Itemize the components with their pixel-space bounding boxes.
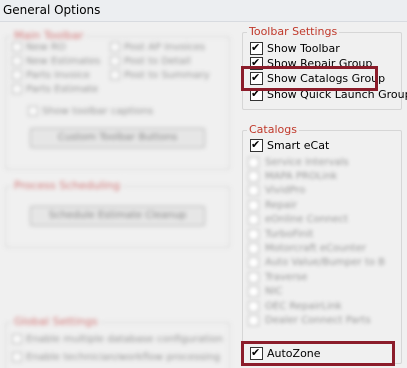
show-quick-launch-group-checkbox[interactable]: Show Quick Launch Group — [250, 86, 407, 102]
checkbox-label: Show Quick Launch Group — [267, 87, 407, 101]
left-check-post-summary[interactable]: Post to Summary — [110, 70, 210, 81]
left-check-parts-invoice[interactable]: Parts Invoice — [12, 70, 90, 81]
catalogs-legend: Catalogs — [247, 123, 299, 136]
checkbox-label: AutoZone — [267, 346, 321, 360]
custom-toolbar-buttons-button[interactable]: Custom Toolbar Buttons — [30, 128, 205, 148]
left-check-post-ap[interactable]: Post AP Invoices — [110, 42, 205, 53]
checkbox-label: Show Toolbar — [267, 41, 340, 55]
schedule-estimate-cleanup-button[interactable]: Schedule Estimate Cleanup — [30, 206, 205, 226]
global-settings-legend: Global Settings — [12, 315, 100, 328]
left-check-post-detail[interactable]: Post to Detail — [110, 56, 191, 67]
checkbox-label: Show Catalogs Group — [267, 71, 386, 85]
window-title: General Options — [3, 3, 101, 17]
left-check-new-ro[interactable]: New RO — [12, 42, 66, 53]
checkbox-box[interactable] — [250, 55, 263, 70]
left-check-show-captions[interactable]: Show toolbar captions — [28, 106, 153, 117]
catalog-item[interactable]: eOnline Connect — [248, 213, 398, 227]
process-scheduling-legend: Process Scheduling — [12, 179, 123, 192]
catalog-item[interactable]: Dealer Connect Parts — [248, 313, 398, 327]
catalog-item[interactable]: VividPro — [248, 184, 398, 198]
left-panel-blurred: Main Toolbar New RO New Estimates Parts … — [0, 22, 236, 368]
catalog-autozone-checkbox[interactable]: AutoZone — [250, 345, 321, 361]
show-toolbar-checkbox[interactable]: Show Toolbar — [250, 40, 340, 56]
left-check-new-estimates[interactable]: New Estimates — [12, 56, 100, 67]
left-check-technician[interactable]: Enable technician/workflow processing — [12, 352, 220, 363]
show-catalogs-group-checkbox[interactable]: Show Catalogs Group — [250, 70, 385, 86]
checkbox-box[interactable] — [250, 40, 263, 55]
catalog-item[interactable]: NIC — [248, 285, 398, 299]
left-check-multi-db[interactable]: Enable multiple database configuration — [12, 334, 223, 345]
catalog-item[interactable]: TurboFinit — [248, 227, 398, 241]
checkbox-label: Smart eCat — [267, 138, 330, 152]
catalog-item[interactable]: Traverse — [248, 270, 398, 284]
catalog-item[interactable]: MAPA PROLink — [248, 169, 398, 183]
main-toolbar-legend: Main Toolbar — [12, 29, 86, 42]
catalog-item[interactable]: Repair — [248, 198, 398, 212]
show-repair-group-checkbox[interactable]: Show Repair Group — [250, 55, 372, 71]
catalog-item[interactable]: OEC RepairLink — [248, 299, 398, 313]
checkbox-box[interactable] — [250, 86, 263, 101]
left-check-parts-estimate[interactable]: Parts Estimate — [12, 84, 98, 95]
catalog-item[interactable]: Auto Value/Bumper to B — [248, 256, 398, 270]
checkbox-box[interactable] — [250, 70, 263, 85]
catalog-list-blurred: Service Intervals MAPA PROLink VividPro … — [248, 155, 398, 343]
checkbox-box[interactable] — [250, 137, 263, 152]
checkbox-box[interactable] — [250, 345, 263, 360]
title-bar: General Options — [0, 0, 407, 22]
checkbox-label: Show Repair Group — [267, 56, 373, 70]
catalog-item[interactable]: Motorcraft eCounter — [248, 241, 398, 255]
toolbar-settings-legend: Toolbar Settings — [247, 25, 340, 38]
catalog-item[interactable]: Service Intervals — [248, 155, 398, 169]
catalog-smart-ecat-checkbox[interactable]: Smart eCat — [250, 137, 329, 153]
